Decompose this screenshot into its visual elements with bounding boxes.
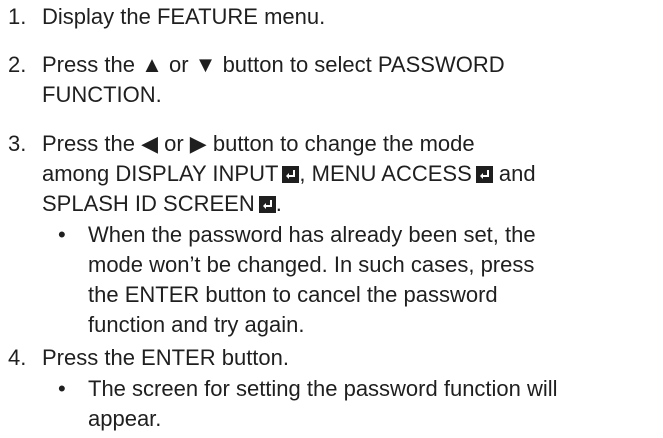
bullet-text: mode won’t be changed. In such cases, pr… — [88, 252, 535, 277]
text-fragment: button to select PASSWORD — [222, 52, 505, 77]
bullet-text: function and try again. — [88, 312, 305, 337]
step-number: 3. — [8, 131, 27, 156]
step-number: 1. — [8, 4, 27, 29]
bullet-text: appear. — [88, 406, 162, 431]
text-fragment: . — [275, 191, 282, 216]
right-arrow-icon: ▶ — [189, 131, 207, 156]
step-text: Press the ENTER button. — [42, 345, 289, 370]
bullet-icon: • — [58, 376, 66, 401]
text-fragment: or — [164, 131, 184, 156]
step-text: Press the ◀ or ▶ button to change the mo… — [42, 131, 475, 157]
text-fragment: Press the — [42, 52, 135, 77]
step-text: Display the FEATURE menu. — [42, 4, 326, 29]
bullet-icon: • — [58, 222, 66, 247]
step-number: 4. — [8, 345, 27, 370]
step-text: FUNCTION. — [42, 82, 162, 107]
enter-key-icon — [258, 196, 276, 213]
bullet-text: the ENTER button to cancel the password — [88, 282, 498, 307]
left-arrow-icon: ◀ — [141, 131, 158, 156]
down-arrow-icon: ▼ — [194, 52, 217, 77]
bullet-text: When the password has already been set, … — [88, 222, 536, 247]
text-fragment: button to change the mode — [212, 131, 475, 156]
step-text: SPLASH ID SCREEN. — [42, 191, 282, 217]
up-arrow-icon: ▲ — [141, 52, 163, 77]
text-fragment: among DISPLAY INPUT — [42, 161, 279, 186]
text-fragment: SPLASH ID SCREEN — [42, 191, 255, 216]
text-fragment: Press the — [42, 131, 135, 156]
enter-key-icon — [282, 166, 300, 183]
text-fragment: or — [168, 52, 189, 77]
enter-key-icon — [475, 166, 493, 183]
step-text: Press the ▲ or ▼ button to select PASSWO… — [42, 52, 505, 78]
step-text: among DISPLAY INPUT , MENU ACCESS and — [42, 161, 536, 187]
bullet-text: The screen for setting the password func… — [88, 376, 558, 401]
text-fragment: and — [498, 161, 536, 186]
step-number: 2. — [8, 52, 27, 77]
text-fragment: , MENU ACCESS — [299, 161, 472, 186]
